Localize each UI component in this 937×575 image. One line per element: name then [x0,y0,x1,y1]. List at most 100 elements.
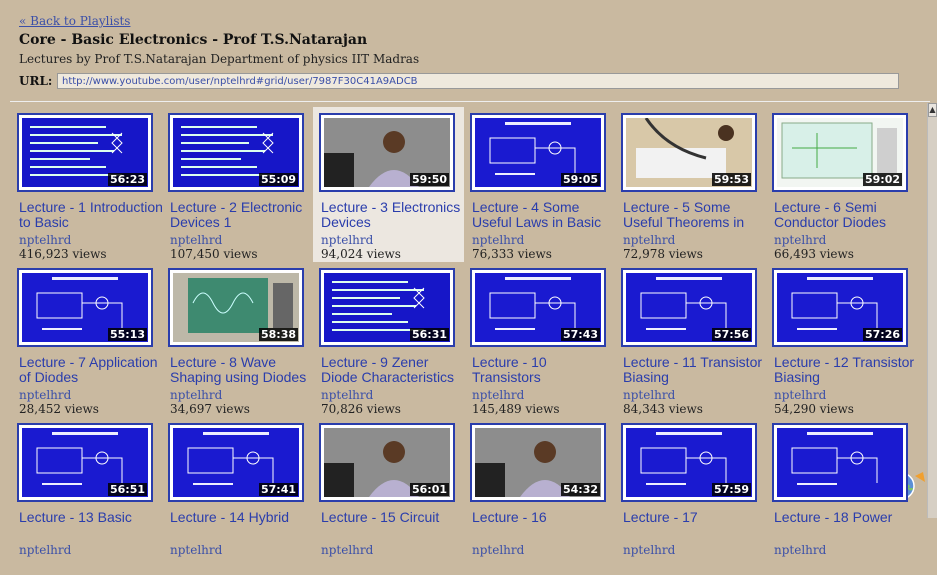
video-duration: 55:09 [258,173,298,186]
video-duration: 57:59 [711,483,751,496]
scrollbar[interactable] [927,103,937,518]
video-duration: 58:38 [258,328,298,341]
video-duration: 57:26 [862,328,902,341]
view-count: 66,493 views [774,247,854,261]
view-count: 72,978 views [623,247,703,261]
view-count: 416,923 views [19,247,107,261]
video-duration: 59:53 [711,173,751,186]
playlist-description: Lectures by Prof T.S.Natarajan Departmen… [19,52,420,66]
video-thumbnail[interactable]: 55:09 [168,113,304,192]
video-thumbnail[interactable]: 57:56 [621,268,757,347]
video-title-link[interactable]: Lecture - 6 Semi Conductor Diodes [774,200,920,230]
video-thumbnail[interactable]: 56:51 [17,423,153,502]
video-duration: 56:31 [409,328,449,341]
video-card[interactable]: 57:59 Lecture - 17 nptelhrd [621,423,769,575]
url-row: URL: [19,73,899,89]
video-thumbnail[interactable] [772,423,908,502]
scroll-up-arrow-icon[interactable]: ▲ [928,103,937,117]
channel-link[interactable]: nptelhrd [321,543,373,557]
video-card[interactable]: Lecture - 18 Power nptelhrd [772,423,920,575]
video-card[interactable]: 57:41 Lecture - 14 Hybrid nptelhrd [168,423,316,575]
channel-link[interactable]: nptelhrd [472,388,524,402]
back-to-playlists-link[interactable]: « Back to Playlists [19,14,919,29]
channel-link[interactable]: nptelhrd [774,388,826,402]
video-thumbnail[interactable]: 57:43 [470,268,606,347]
playlist-header: « Back to Playlists Core - Basic Electro… [19,14,919,66]
video-card[interactable]: 59:05 Lecture - 4 Some Useful Laws in Ba… [470,113,618,265]
divider [10,101,930,102]
video-card[interactable]: 58:38 Lecture - 8 Wave Shaping using Dio… [168,268,316,420]
video-card[interactable]: 57:26 Lecture - 12 Transistor Biasing np… [772,268,920,420]
video-card[interactable]: 59:02 Lecture - 6 Semi Conductor Diodes … [772,113,920,265]
channel-link[interactable]: nptelhrd [19,233,71,247]
video-title-link[interactable]: Lecture - 4 Some Useful Laws in Basic [472,200,618,230]
video-duration: 59:02 [862,173,902,186]
video-title-link[interactable]: Lecture - 7 Application of Diodes [19,355,165,385]
video-title-link[interactable]: Lecture - 10 Transistors [472,355,618,385]
video-thumbnail[interactable]: 59:50 [319,113,455,192]
video-card[interactable]: 54:32 Lecture - 16 nptelhrd [470,423,618,575]
video-card[interactable]: 56:01 Lecture - 15 Circuit nptelhrd [319,423,467,575]
view-count: 145,489 views [472,402,560,416]
video-card[interactable]: 59:53 Lecture - 5 Some Useful Theorems i… [621,113,769,265]
video-thumbnail[interactable]: 59:05 [470,113,606,192]
video-duration: 56:51 [107,483,147,496]
video-thumbnail[interactable]: 56:23 [17,113,153,192]
video-duration: 56:01 [409,483,449,496]
channel-link[interactable]: nptelhrd [170,233,222,247]
view-count: 70,826 views [321,402,401,416]
video-card[interactable]: 55:09 Lecture - 2 Electronic Devices 1 n… [168,113,316,265]
playlist-title: Core - Basic Electronics - Prof T.S.Nata… [19,32,368,48]
video-title-link[interactable]: Lecture - 11 Transistor Biasing [623,355,769,385]
video-card[interactable]: 56:31 Lecture - 9 Zener Diode Characteri… [319,268,467,420]
video-title-link[interactable]: Lecture - 12 Transistor Biasing [774,355,920,385]
video-card[interactable]: 56:51 Lecture - 13 Basic nptelhrd [17,423,165,575]
channel-link[interactable]: nptelhrd [170,388,222,402]
video-duration: 57:56 [711,328,751,341]
video-card[interactable]: 57:43 Lecture - 10 Transistors nptelhrd … [470,268,618,420]
video-thumbnail[interactable]: 58:38 [168,268,304,347]
video-thumbnail[interactable]: 55:13 [17,268,153,347]
video-card[interactable]: 56:23 Lecture - 1 Introduction to Basic … [17,113,165,265]
video-thumbnail[interactable]: 57:59 [621,423,757,502]
channel-link[interactable]: nptelhrd [321,388,373,402]
channel-link[interactable]: nptelhrd [472,543,524,557]
video-duration: 59:05 [560,173,600,186]
video-title-link[interactable]: Lecture - 8 Wave Shaping using Diodes [170,355,316,385]
video-title-link[interactable]: Lecture - 5 Some Useful Theorems in [623,200,769,230]
video-thumbnail[interactable]: 57:26 [772,268,908,347]
channel-link[interactable]: nptelhrd [321,233,373,247]
video-thumbnail[interactable]: 57:41 [168,423,304,502]
video-title-link[interactable]: Lecture - 1 Introduction to Basic [19,200,165,230]
video-duration: 56:23 [107,173,147,186]
video-duration: 59:50 [409,173,449,186]
view-count: 84,343 views [623,402,703,416]
channel-link[interactable]: nptelhrd [19,543,71,557]
channel-link[interactable]: nptelhrd [623,543,675,557]
url-field[interactable] [57,73,899,89]
channel-link[interactable]: nptelhrd [170,543,222,557]
channel-link[interactable]: nptelhrd [774,233,826,247]
video-thumbnail[interactable]: 54:32 [470,423,606,502]
channel-link[interactable]: nptelhrd [472,233,524,247]
video-card[interactable]: 57:56 Lecture - 11 Transistor Biasing np… [621,268,769,420]
channel-link[interactable]: nptelhrd [623,233,675,247]
video-title-link[interactable]: Lecture - 2 Electronic Devices 1 [170,200,316,230]
view-count: 54,290 views [774,402,854,416]
channel-link[interactable]: nptelhrd [623,388,675,402]
video-duration: 54:32 [560,483,600,496]
video-thumbnail[interactable]: 59:53 [621,113,757,192]
channel-link[interactable]: nptelhrd [19,388,71,402]
video-title-link[interactable]: Lecture - 9 Zener Diode Characteristics [321,355,467,385]
thumbnail-image [777,428,903,497]
video-title-link[interactable]: Lecture - 3 Electronics Devices [321,200,467,230]
view-count: 94,024 views [321,247,401,261]
video-thumbnail[interactable]: 56:31 [319,268,455,347]
view-count: 34,697 views [170,402,250,416]
view-count: 107,450 views [170,247,258,261]
channel-link[interactable]: nptelhrd [774,543,826,557]
video-card[interactable]: 59:50 Lecture - 3 Electronics Devices np… [313,107,467,265]
video-thumbnail[interactable]: 59:02 [772,113,908,192]
video-thumbnail[interactable]: 56:01 [319,423,455,502]
video-card[interactable]: 55:13 Lecture - 7 Application of Diodes … [17,268,165,420]
